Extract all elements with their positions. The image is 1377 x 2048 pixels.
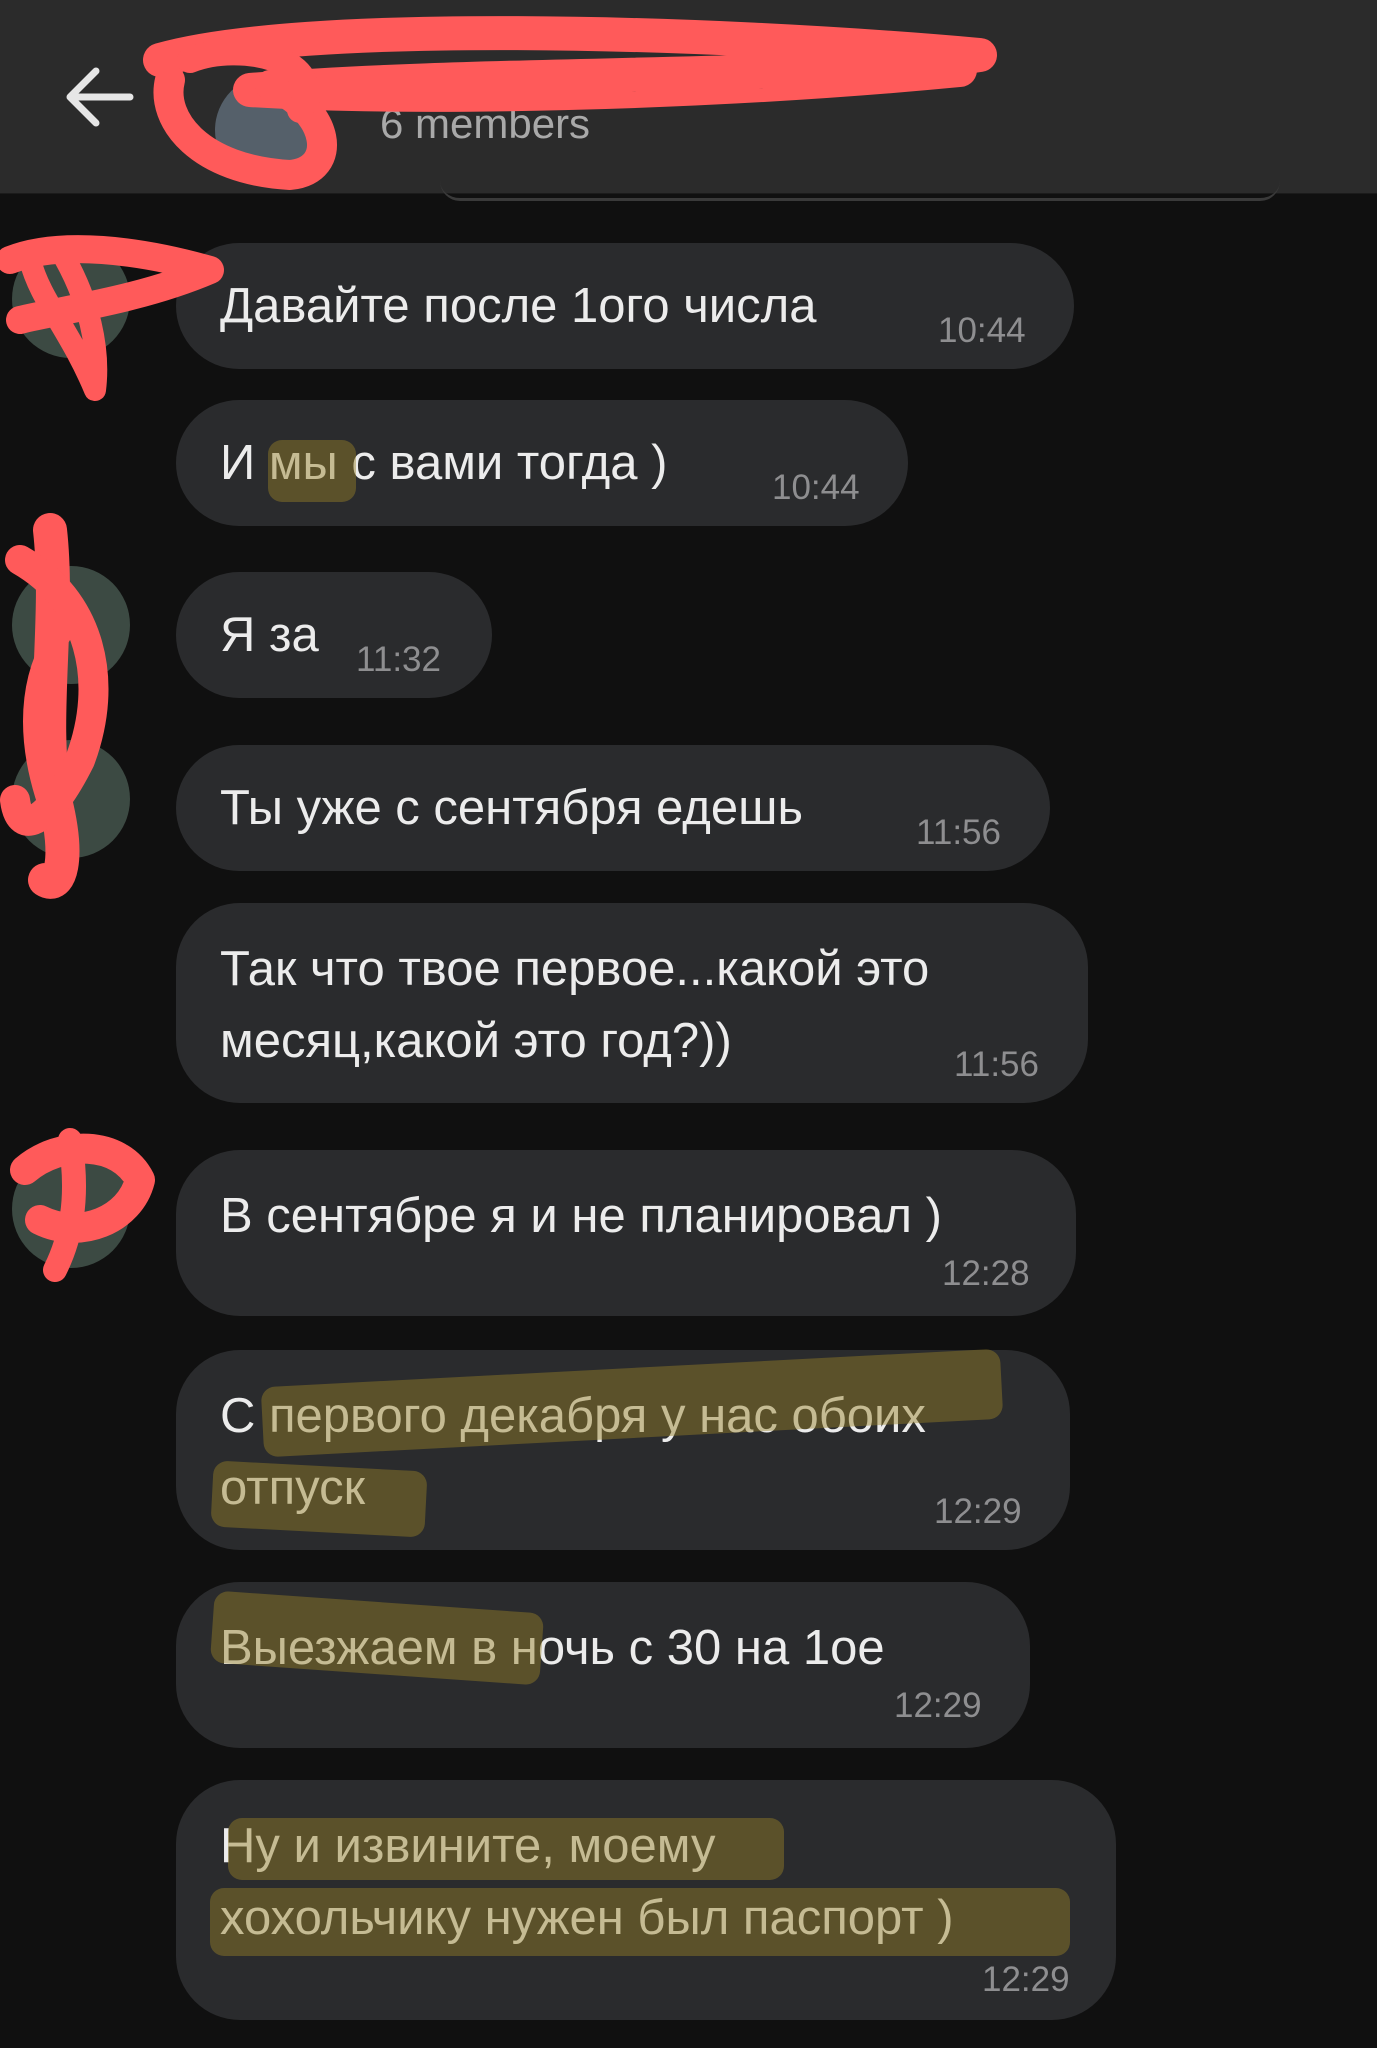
message-text: И мы с вами тогда ) xyxy=(220,436,668,490)
message-bubble[interactable]: В сентябре я и не планировал ) 12:28 xyxy=(176,1150,1076,1316)
message-text: В сентябре я и не планировал ) xyxy=(220,1189,942,1243)
message-bubble[interactable]: Давайте после 1ого числа 10:44 xyxy=(176,243,1074,369)
message-bubble[interactable]: С первого декабря у нас обоих отпуск 12:… xyxy=(176,1350,1070,1550)
message-time: 11:32 xyxy=(356,640,441,679)
sender-avatar[interactable] xyxy=(12,1150,130,1268)
message-text: Ну и извините, моему хохольчику нужен бы… xyxy=(220,1819,954,1945)
message-bubble[interactable]: Я за 11:32 xyxy=(176,572,492,698)
sender-avatar[interactable] xyxy=(12,740,130,858)
message-text: Так что твое первое...какой это месяц,ка… xyxy=(220,942,930,1068)
back-button[interactable] xyxy=(60,62,140,132)
message-bubble[interactable]: И мы с вами тогда ) 10:44 xyxy=(176,400,908,526)
message-time: 11:56 xyxy=(954,1045,1039,1084)
header-divider xyxy=(440,180,1280,201)
chat-header: 6 members xyxy=(0,0,1377,201)
message-bubble[interactable]: Ну и извините, моему хохольчику нужен бы… xyxy=(176,1780,1116,2020)
arrow-left-icon xyxy=(66,67,134,127)
sender-avatar[interactable] xyxy=(12,566,130,684)
message-bubble[interactable]: Ты уже с сентября едешь 11:56 xyxy=(176,745,1050,871)
message-time: 12:29 xyxy=(894,1686,982,1725)
message-text: Я за xyxy=(220,608,319,662)
sender-avatar[interactable] xyxy=(12,240,130,358)
message-time: 12:29 xyxy=(934,1492,1022,1531)
message-bubble[interactable]: Так что твое первое...какой это месяц,ка… xyxy=(176,903,1088,1103)
message-time: 10:44 xyxy=(772,468,860,507)
message-text: Давайте после 1ого числа xyxy=(220,279,817,333)
message-bubble[interactable]: Выезжаем в ночь с 30 на 1ое 12:29 xyxy=(176,1582,1030,1748)
message-time: 12:29 xyxy=(982,1960,1070,1999)
group-avatar[interactable] xyxy=(215,75,325,185)
message-text: С первого декабря у нас обоих отпуск xyxy=(220,1389,926,1515)
message-time: 12:28 xyxy=(942,1254,1030,1293)
message-text: Ты уже с сентября едешь xyxy=(220,781,803,835)
members-count: 6 members xyxy=(380,100,591,147)
message-time: 10:44 xyxy=(938,311,1026,350)
message-text: Выезжаем в ночь с 30 на 1ое xyxy=(220,1621,885,1675)
message-time: 11:56 xyxy=(916,813,1001,852)
